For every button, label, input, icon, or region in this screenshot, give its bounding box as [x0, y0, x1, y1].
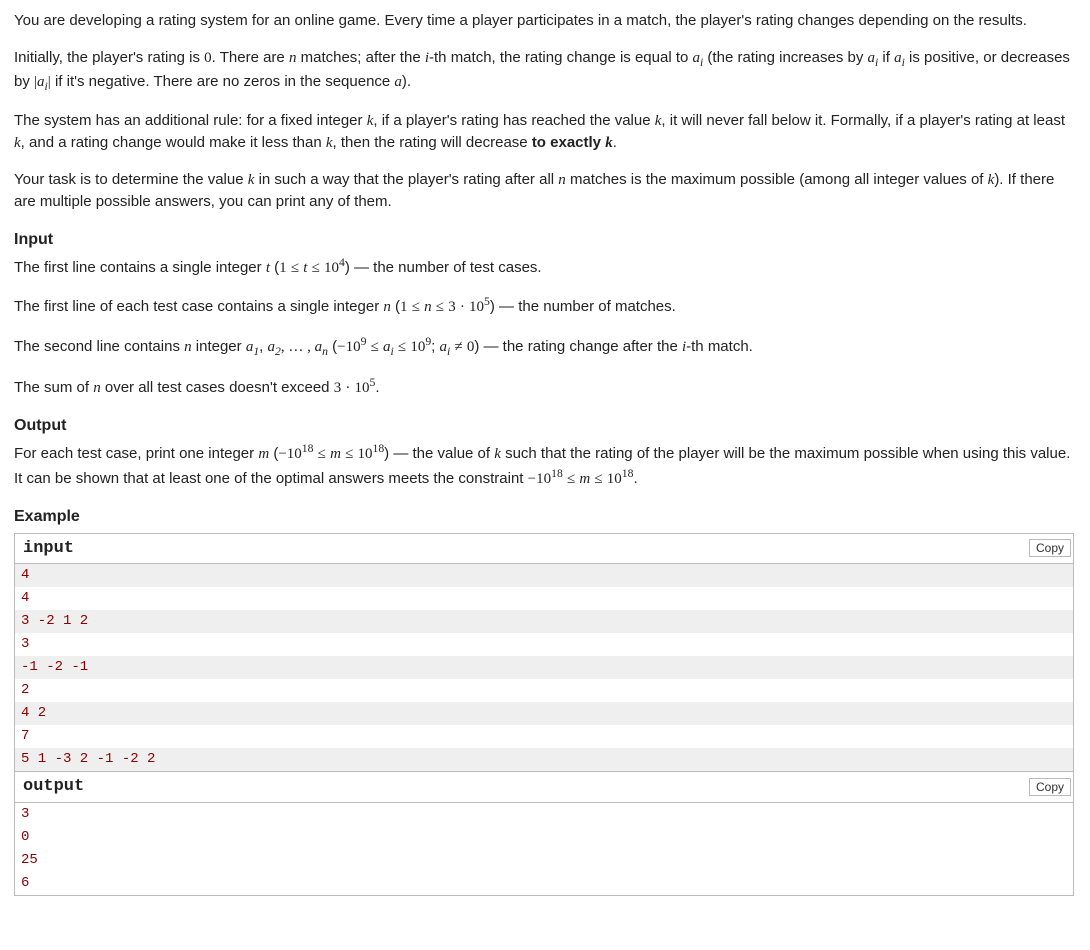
example-input-body: 443 -2 1 23-1 -2 -124 275 1 -3 2 -1 -2 2 — [15, 564, 1073, 771]
example-output-box: output Copy 30256 — [14, 771, 1074, 896]
example-output-body: 30256 — [15, 803, 1073, 895]
intro-paragraph-1: You are developing a rating system for a… — [14, 10, 1074, 33]
input-line: 3 — [15, 633, 1073, 656]
input-line: 4 — [15, 564, 1073, 587]
example-heading: Example — [14, 505, 1074, 529]
input-line: 2 — [15, 679, 1073, 702]
output-line: 25 — [15, 849, 1073, 872]
input-label: input — [23, 536, 74, 562]
input-line: 4 2 — [15, 702, 1073, 725]
example-input-box: input Copy 443 -2 1 23-1 -2 -124 275 1 -… — [14, 533, 1074, 773]
input-line: 5 1 -3 2 -1 -2 2 — [15, 748, 1073, 771]
example-input-header: input Copy — [15, 534, 1073, 565]
intro-paragraph-2: Initially, the player's rating is 0. The… — [14, 47, 1074, 96]
output-line: 0 — [15, 826, 1073, 849]
output-heading: Output — [14, 414, 1074, 438]
intro-paragraph-3: The system has an additional rule: for a… — [14, 110, 1074, 155]
input-line: 3 -2 1 2 — [15, 610, 1073, 633]
input-line: 4 — [15, 587, 1073, 610]
input-para-4: The sum of n over all test cases doesn't… — [14, 374, 1074, 400]
input-para-3: The second line contains n integer a1, a… — [14, 333, 1074, 361]
input-line: -1 -2 -1 — [15, 656, 1073, 679]
copy-output-button[interactable]: Copy — [1029, 778, 1071, 796]
intro-paragraph-4: Your task is to determine the value k in… — [14, 169, 1074, 214]
output-para: For each test case, print one integer m … — [14, 440, 1074, 491]
example-output-header: output Copy — [15, 772, 1073, 803]
input-para-1: The first line contains a single integer… — [14, 254, 1074, 280]
input-heading: Input — [14, 228, 1074, 252]
output-line: 3 — [15, 803, 1073, 826]
copy-input-button[interactable]: Copy — [1029, 539, 1071, 557]
output-label: output — [23, 774, 84, 800]
input-para-2: The first line of each test case contain… — [14, 293, 1074, 319]
input-line: 7 — [15, 725, 1073, 748]
output-line: 6 — [15, 872, 1073, 895]
